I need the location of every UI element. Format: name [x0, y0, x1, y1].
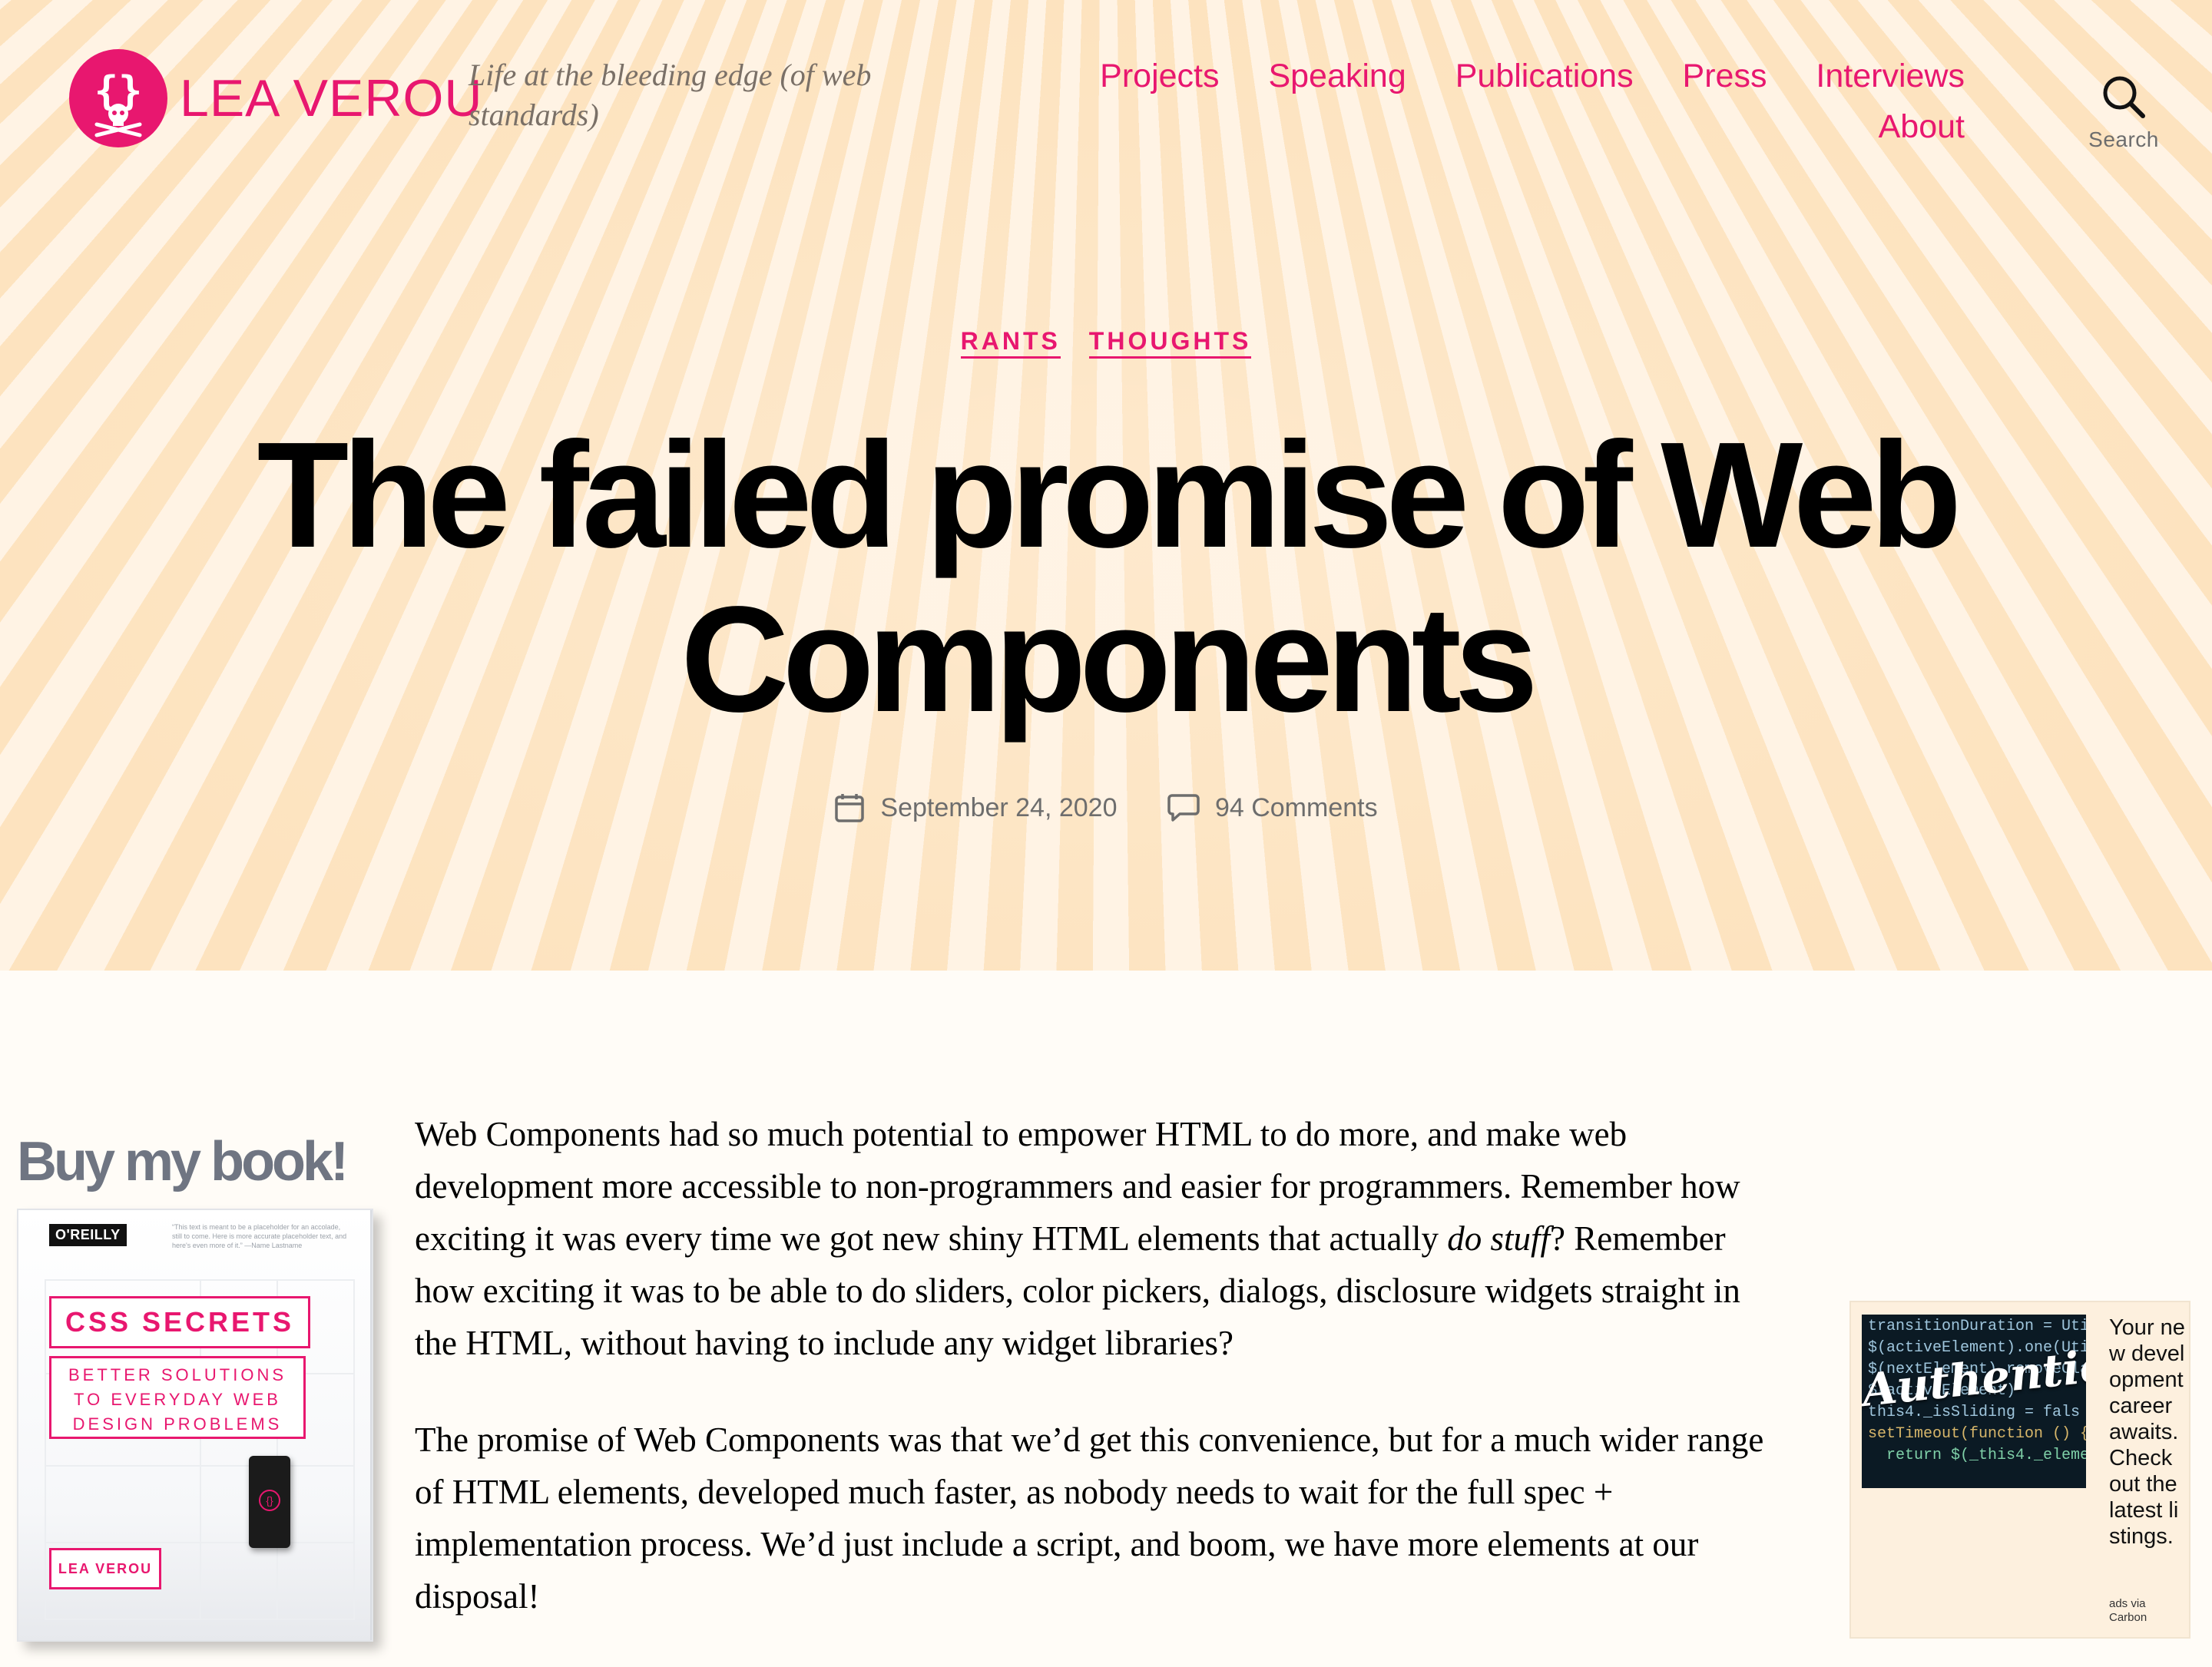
nav-item-interviews[interactable]: Interviews [1816, 51, 1965, 101]
ad-brand-logo: Authentic [1862, 1339, 2086, 1417]
post-paragraph: The promise of Web Components was that w… [415, 1414, 1774, 1622]
emphasis-text: do stuff [1447, 1219, 1551, 1258]
post-meta: September 24, 2020 94 Comments [0, 792, 2212, 830]
nav-item-projects[interactable]: Projects [1100, 51, 1219, 101]
ad-text-link[interactable]: Your new development career awaits. Chec… [2109, 1315, 2186, 1550]
post-categories: RANTS THOUGHTS [0, 327, 2212, 359]
book-blurb: “This text is meant to be a placeholder … [172, 1223, 347, 1249]
primary-nav: Projects Speaking Publications Press Int… [1043, 51, 1965, 152]
book-cover-link[interactable]: O'REILLY “This text is meant to be a pla… [17, 1209, 373, 1642]
site-logo[interactable]: {} [69, 49, 167, 147]
ad-via-carbon-link[interactable]: ads via Carbon [2109, 1597, 2178, 1625]
paragraph-text: The promise of Web Components was that w… [415, 1421, 1764, 1616]
hero-header: {} LEA VEROU Life at the bleeding edge (… [0, 0, 2212, 971]
site-title[interactable]: LEA VEROU [180, 68, 483, 129]
post-title: The failed promise of Web Components [257, 411, 1962, 743]
post-date-link[interactable]: September 24, 2020 [880, 793, 1117, 823]
code-line: return $(_this4._element [1868, 1447, 2086, 1464]
carbon-ad: transitionDuration = Uti $(activeElement… [1849, 1301, 2190, 1639]
publisher-logo: O'REILLY [49, 1224, 127, 1246]
category-link-thoughts[interactable]: THOUGHTS [1088, 327, 1252, 359]
post-date: September 24, 2020 [834, 792, 1118, 823]
search-icon [2103, 76, 2145, 118]
post-paragraph: Web Components had so much potential to … [415, 1108, 1774, 1369]
book-promo-heading: Buy my book! [17, 1131, 349, 1192]
book-author: LEA VEROU [49, 1548, 161, 1589]
nav-item-about[interactable]: About [1879, 101, 1965, 152]
ad-image[interactable]: transitionDuration = Uti $(activeElement… [1862, 1315, 2086, 1488]
book-title: CSS SECRETS [49, 1296, 310, 1348]
nav-item-publications[interactable]: Publications [1455, 51, 1634, 101]
post-comments: 94 Comments [1167, 792, 1378, 823]
search-button[interactable]: Search [2074, 74, 2174, 152]
category-link-rants[interactable]: RANTS [960, 327, 1061, 359]
book-subtitle: BETTER SOLUTIONS TO EVERYDAY WEB DESIGN … [49, 1356, 306, 1439]
code-line: setTimeout(function () { [1868, 1425, 2086, 1443]
code-line: transitionDuration = Uti [1868, 1318, 2086, 1335]
post-comments-link[interactable]: 94 Comments [1215, 793, 1378, 823]
phone-logo-icon: {} [259, 1490, 280, 1511]
comment-bubble-icon [1167, 794, 1200, 822]
nav-item-speaking[interactable]: Speaking [1268, 51, 1406, 101]
search-label: Search [2088, 127, 2159, 151]
book-phone-illustration: {} [249, 1456, 290, 1548]
post-content: Web Components had so much potential to … [415, 1108, 1774, 1667]
nav-item-press[interactable]: Press [1683, 51, 1767, 101]
calendar-icon [835, 794, 865, 822]
curly-braces-pirate-logo-icon: {} [94, 68, 142, 137]
site-tagline: Life at the bleeding edge (of web standa… [469, 58, 872, 132]
